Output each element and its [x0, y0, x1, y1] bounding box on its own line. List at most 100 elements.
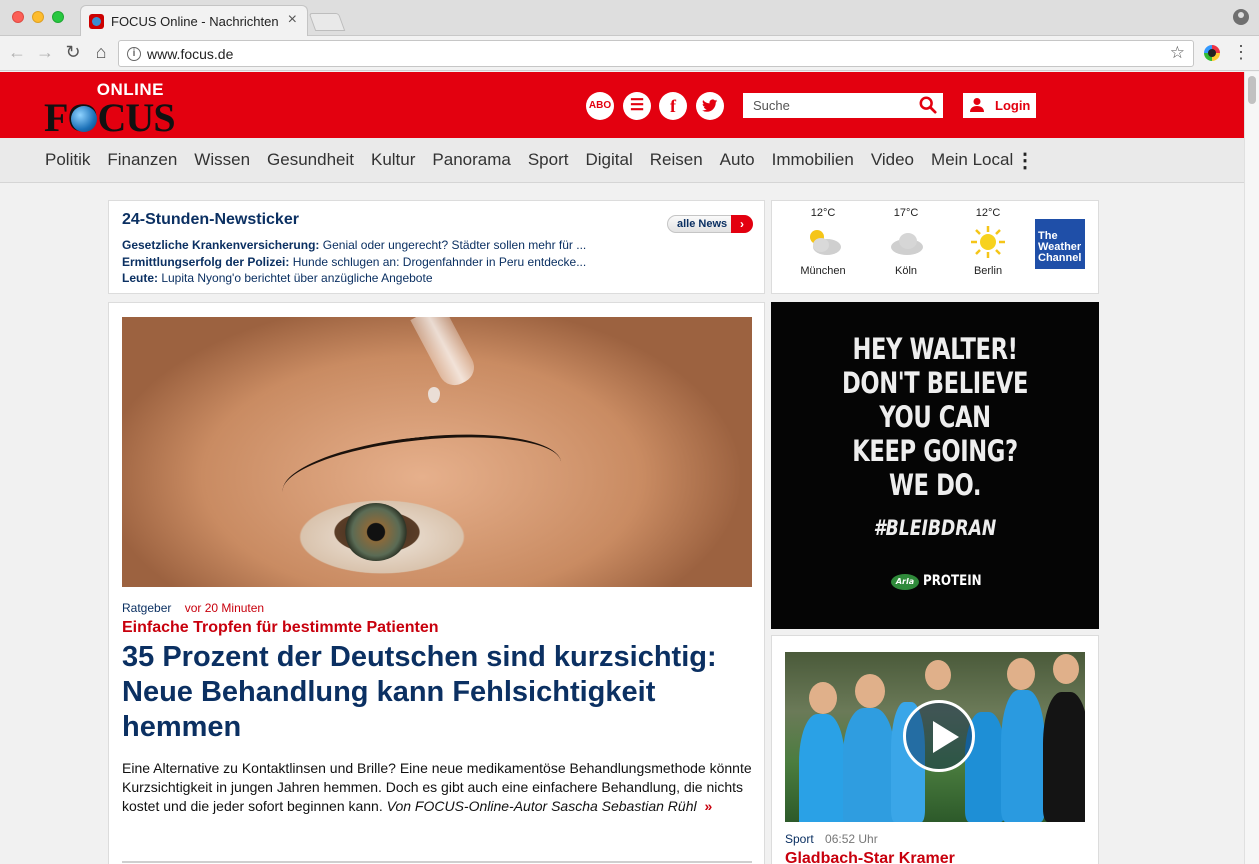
browser-tab-active[interactable]: FOCUS Online - Nachrichten × [80, 5, 308, 36]
chevron-right-icon: › [731, 215, 753, 233]
sport-article[interactable]: Sport 06:52 Uhr Gladbach-Star Kramer [771, 635, 1099, 864]
search-icon[interactable] [919, 96, 937, 114]
article-time: vor 20 Minuten [184, 601, 265, 615]
address-bar[interactable]: i www.focus.de ☆ [118, 40, 1194, 67]
sport-category[interactable]: Sport [785, 832, 814, 846]
all-news-button[interactable]: alle News › [667, 215, 753, 233]
forward-arrow-icon[interactable]: → [34, 42, 56, 63]
list-item[interactable]: Gesetzliche Krankenversicherung: Genial … [122, 237, 622, 254]
article-hero-image[interactable] [122, 317, 752, 587]
nav-item-digital[interactable]: Digital [585, 150, 632, 170]
sport-meta: Sport 06:52 Uhr [785, 832, 878, 846]
nav-item-sport[interactable]: Sport [528, 150, 569, 170]
facebook-icon[interactable]: f [659, 92, 687, 120]
nav-item-wissen[interactable]: Wissen [194, 150, 250, 170]
extension-icon[interactable] [1204, 45, 1220, 61]
tab-close-icon[interactable]: × [288, 11, 297, 29]
player-figure [843, 708, 895, 822]
sport-headline[interactable]: Gladbach-Star Kramer [785, 850, 955, 864]
login-button[interactable]: Login [963, 93, 1036, 118]
hero-eye [344, 503, 408, 561]
weather-channel-logo[interactable]: The Weather Channel [1035, 219, 1085, 269]
ad-headline: HEY WALTER! DON'T BELIEVE YOU CAN KEEP G… [807, 332, 1063, 502]
abo-button[interactable]: ABO [586, 92, 614, 120]
page-scrollbar[interactable] [1244, 72, 1259, 864]
ad-line: YOU CAN [879, 400, 991, 434]
weather-city-berlin[interactable]: 12°C Berlin [953, 207, 1023, 277]
profile-icon[interactable] [1233, 9, 1249, 25]
nav-items: Politik Finanzen Wissen Gesundheit Kultu… [45, 150, 1013, 170]
login-label: Login [995, 98, 1031, 113]
nav-item-gesundheit[interactable]: Gesundheit [267, 150, 354, 170]
hero-lashes [278, 422, 566, 532]
nav-item-reisen[interactable]: Reisen [650, 150, 703, 170]
article-kicker[interactable]: Einfache Tropfen für bestimmte Patienten [122, 619, 439, 637]
ticker-text: Genial oder ungerecht? Städter sollen me… [319, 238, 587, 252]
masthead: ONLINE FOCUS ABO ☰ f Login [0, 72, 1244, 140]
main-article[interactable]: Ratgeber vor 20 Minuten Einfache Tropfen… [108, 302, 765, 864]
focus-online-logo[interactable]: ONLINE FOCUS [44, 80, 176, 140]
article-teaser[interactable]: Eine Alternative zu Kontaktlinsen und Br… [122, 759, 752, 816]
list-item[interactable]: Ermittlungserfolg der Polizei: Hunde sch… [122, 254, 622, 271]
nav-item-kultur[interactable]: Kultur [371, 150, 415, 170]
zoom-window-button[interactable] [52, 11, 64, 23]
search-input[interactable] [743, 93, 913, 118]
home-icon[interactable]: ⌂ [90, 42, 112, 63]
nav-item-politik[interactable]: Politik [45, 150, 90, 170]
weather-city-muenchen[interactable]: 12°C München [788, 207, 858, 277]
all-news-label: alle News [677, 218, 728, 230]
weather-widget[interactable]: 12°C München 17°C Köln 12°C Berlin The W… [771, 200, 1099, 294]
newsticker: 24-Stunden-Newsticker alle News › Gesetz… [108, 200, 765, 294]
article-headline[interactable]: 35 Prozent der Deutschen sind kurzsichti… [122, 640, 752, 745]
page-viewport: ONLINE FOCUS ABO ☰ f Login Politik Finan… [0, 72, 1259, 864]
ad-line: DON'T BELIEVE [841, 366, 1029, 400]
weather-city-koeln[interactable]: 17°C Köln [871, 207, 941, 277]
nav-item-video[interactable]: Video [871, 150, 914, 170]
player-head [925, 660, 951, 690]
ticker-category: Ermittlungserfolg der Polizei: [122, 254, 290, 269]
nav-item-mein-local[interactable]: Mein Local [931, 150, 1013, 170]
article-divider [122, 861, 752, 863]
globe-icon [71, 106, 97, 132]
nav-item-panorama[interactable]: Panorama [432, 150, 510, 170]
nav-item-finanzen[interactable]: Finanzen [107, 150, 177, 170]
ad-line: KEEP GOING? [852, 434, 1018, 468]
scrollbar-thumb[interactable] [1248, 76, 1256, 104]
weather-temp: 12°C [810, 207, 836, 219]
player-head [855, 674, 885, 708]
article-category[interactable]: Ratgeber [122, 601, 171, 615]
bookmark-star-icon[interactable]: ☆ [1170, 43, 1185, 63]
player-figure [799, 714, 845, 822]
newsticker-list: Gesetzliche Krankenversicherung: Genial … [122, 237, 622, 287]
new-tab-button[interactable] [308, 13, 346, 31]
list-item[interactable]: Leute: Lupita Nyong'o berichtet über anz… [122, 270, 622, 287]
advertisement[interactable]: HEY WALTER! DON'T BELIEVE YOU CAN KEEP G… [771, 302, 1099, 629]
ticker-category: Gesetzliche Krankenversicherung: [122, 238, 320, 252]
newsticker-title[interactable]: 24-Stunden-Newsticker [122, 211, 299, 229]
arla-logo: Arla [891, 574, 919, 590]
nav-more-icon[interactable]: ⋮ [1015, 148, 1035, 173]
twitter-icon[interactable] [696, 92, 724, 120]
back-arrow-icon[interactable]: ← [6, 42, 28, 63]
hero-dropper [410, 317, 480, 391]
main-navigation: Politik Finanzen Wissen Gesundheit Kultu… [0, 138, 1244, 183]
article-author: Von FOCUS-Online-Autor Sascha Sebastian … [386, 798, 697, 814]
nav-item-auto[interactable]: Auto [720, 150, 755, 170]
url-text[interactable]: www.focus.de [147, 46, 233, 62]
search-box [743, 93, 943, 118]
nav-item-immobilien[interactable]: Immobilien [772, 150, 854, 170]
player-figure [1043, 692, 1085, 822]
newsletter-list-icon[interactable]: ☰ [623, 92, 651, 120]
sport-time: 06:52 Uhr [825, 832, 878, 846]
reload-icon[interactable]: ↻ [62, 42, 84, 63]
read-more-link[interactable]: » [705, 798, 713, 814]
info-icon[interactable]: i [127, 47, 141, 61]
minimize-window-button[interactable] [32, 11, 44, 23]
browser-menu-icon[interactable]: ⋮ [1232, 42, 1250, 63]
browser-tabbar: FOCUS Online - Nachrichten × [0, 0, 1259, 36]
cloud-icon [891, 233, 923, 255]
close-window-button[interactable] [12, 11, 24, 23]
player-head [809, 682, 837, 714]
sport-video-thumbnail[interactable] [785, 652, 1085, 822]
play-icon[interactable] [903, 700, 975, 772]
